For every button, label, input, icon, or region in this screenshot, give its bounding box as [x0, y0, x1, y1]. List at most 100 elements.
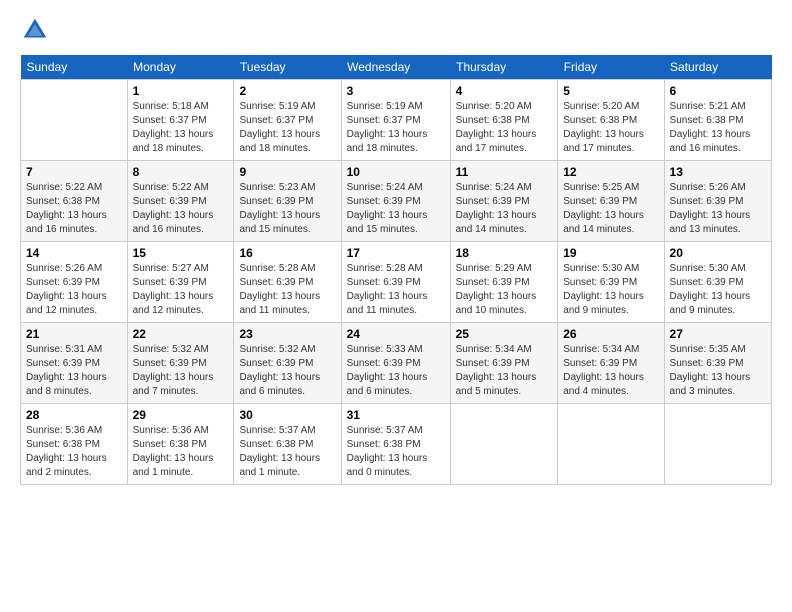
- day-cell: 21Sunrise: 5:31 AM Sunset: 6:39 PM Dayli…: [21, 323, 128, 404]
- day-info: Sunrise: 5:22 AM Sunset: 6:39 PM Dayligh…: [133, 181, 229, 237]
- day-info: Sunrise: 5:37 AM Sunset: 6:38 PM Dayligh…: [347, 424, 445, 480]
- day-cell: 13Sunrise: 5:26 AM Sunset: 6:39 PM Dayli…: [664, 161, 771, 242]
- day-info: Sunrise: 5:26 AM Sunset: 6:39 PM Dayligh…: [26, 262, 122, 318]
- day-number: 16: [239, 246, 335, 260]
- day-number: 24: [347, 327, 445, 341]
- day-number: 23: [239, 327, 335, 341]
- day-number: 28: [26, 408, 122, 422]
- day-info: Sunrise: 5:27 AM Sunset: 6:39 PM Dayligh…: [133, 262, 229, 318]
- day-cell: 18 Sunrise: 5:29 AM Sunset: 6:39 PM Dayli…: [450, 242, 558, 323]
- week-row-3: 14 Sunrise: 5:26 AM Sunset: 6:39 PM Dayli…: [21, 242, 772, 323]
- calendar-table: SundayMondayTuesdayWednesdayThursdayFrid…: [20, 55, 772, 485]
- logo-icon: [20, 15, 50, 45]
- day-info: Sunrise: 5:36 AM Sunset: 6:38 PM Dayligh…: [26, 424, 122, 480]
- day-info: Sunrise: 5:35 AM Sunset: 6:39 PM Dayligh…: [670, 343, 766, 399]
- day-number: 5: [563, 84, 658, 98]
- day-number: 19: [563, 246, 658, 260]
- day-cell: 11 Sunrise: 5:24 AM Sunset: 6:39 PM Dayli…: [450, 161, 558, 242]
- day-number: 26: [563, 327, 658, 341]
- day-cell: 22Sunrise: 5:32 AM Sunset: 6:39 PM Dayli…: [127, 323, 234, 404]
- day-info: Sunrise: 5:29 AM Sunset: 6:39 PM Dayligh…: [456, 262, 553, 318]
- logo: [20, 15, 56, 45]
- day-cell: [450, 404, 558, 485]
- day-cell: 27 Sunrise: 5:35 AM Sunset: 6:39 PM Dayli…: [664, 323, 771, 404]
- day-info: Sunrise: 5:20 AM Sunset: 6:38 PM Dayligh…: [563, 100, 658, 156]
- day-info: Sunrise: 5:30 AM Sunset: 6:39 PM Dayligh…: [670, 262, 766, 318]
- day-number: 31: [347, 408, 445, 422]
- day-info: Sunrise: 5:34 AM Sunset: 6:39 PM Dayligh…: [456, 343, 553, 399]
- day-info: Sunrise: 5:21 AM Sunset: 6:38 PM Dayligh…: [670, 100, 766, 156]
- day-number: 1: [133, 84, 229, 98]
- header: [20, 15, 772, 45]
- day-cell: 17Sunrise: 5:28 AM Sunset: 6:39 PM Dayli…: [341, 242, 450, 323]
- day-cell: 29Sunrise: 5:36 AM Sunset: 6:38 PM Dayli…: [127, 404, 234, 485]
- day-number: 3: [347, 84, 445, 98]
- day-number: 11: [456, 165, 553, 179]
- day-number: 9: [239, 165, 335, 179]
- week-row-4: 21Sunrise: 5:31 AM Sunset: 6:39 PM Dayli…: [21, 323, 772, 404]
- page: SundayMondayTuesdayWednesdayThursdayFrid…: [0, 0, 792, 612]
- day-number: 20: [670, 246, 766, 260]
- day-cell: 5 Sunrise: 5:20 AM Sunset: 6:38 PM Daylig…: [558, 80, 664, 161]
- day-info: Sunrise: 5:22 AM Sunset: 6:38 PM Dayligh…: [26, 181, 122, 237]
- day-cell: [558, 404, 664, 485]
- week-row-2: 7 Sunrise: 5:22 AM Sunset: 6:38 PM Daylig…: [21, 161, 772, 242]
- day-info: Sunrise: 5:34 AM Sunset: 6:39 PM Dayligh…: [563, 343, 658, 399]
- day-cell: 31 Sunrise: 5:37 AM Sunset: 6:38 PM Dayli…: [341, 404, 450, 485]
- day-cell: [664, 404, 771, 485]
- day-cell: 4 Sunrise: 5:20 AM Sunset: 6:38 PM Daylig…: [450, 80, 558, 161]
- day-info: Sunrise: 5:25 AM Sunset: 6:39 PM Dayligh…: [563, 181, 658, 237]
- col-header-thursday: Thursday: [450, 55, 558, 80]
- day-info: Sunrise: 5:33 AM Sunset: 6:39 PM Dayligh…: [347, 343, 445, 399]
- day-number: 18: [456, 246, 553, 260]
- col-header-monday: Monday: [127, 55, 234, 80]
- day-info: Sunrise: 5:19 AM Sunset: 6:37 PM Dayligh…: [347, 100, 445, 156]
- day-info: Sunrise: 5:24 AM Sunset: 6:39 PM Dayligh…: [456, 181, 553, 237]
- day-info: Sunrise: 5:31 AM Sunset: 6:39 PM Dayligh…: [26, 343, 122, 399]
- day-cell: 10 Sunrise: 5:24 AM Sunset: 6:39 PM Dayli…: [341, 161, 450, 242]
- day-number: 6: [670, 84, 766, 98]
- day-cell: 25 Sunrise: 5:34 AM Sunset: 6:39 PM Dayli…: [450, 323, 558, 404]
- day-number: 25: [456, 327, 553, 341]
- day-info: Sunrise: 5:37 AM Sunset: 6:38 PM Dayligh…: [239, 424, 335, 480]
- col-header-wednesday: Wednesday: [341, 55, 450, 80]
- day-cell: 20 Sunrise: 5:30 AM Sunset: 6:39 PM Dayli…: [664, 242, 771, 323]
- calendar-header-row: SundayMondayTuesdayWednesdayThursdayFrid…: [21, 55, 772, 80]
- day-cell: 9 Sunrise: 5:23 AM Sunset: 6:39 PM Daylig…: [234, 161, 341, 242]
- day-info: Sunrise: 5:32 AM Sunset: 6:39 PM Dayligh…: [239, 343, 335, 399]
- day-cell: 30 Sunrise: 5:37 AM Sunset: 6:38 PM Dayli…: [234, 404, 341, 485]
- day-info: Sunrise: 5:23 AM Sunset: 6:39 PM Dayligh…: [239, 181, 335, 237]
- day-cell: 19 Sunrise: 5:30 AM Sunset: 6:39 PM Dayli…: [558, 242, 664, 323]
- day-number: 2: [239, 84, 335, 98]
- day-cell: 15Sunrise: 5:27 AM Sunset: 6:39 PM Dayli…: [127, 242, 234, 323]
- day-cell: 2Sunrise: 5:19 AM Sunset: 6:37 PM Daylig…: [234, 80, 341, 161]
- col-header-sunday: Sunday: [21, 55, 128, 80]
- day-cell: [21, 80, 128, 161]
- day-number: 4: [456, 84, 553, 98]
- day-cell: 26 Sunrise: 5:34 AM Sunset: 6:39 PM Dayli…: [558, 323, 664, 404]
- day-number: 30: [239, 408, 335, 422]
- day-info: Sunrise: 5:30 AM Sunset: 6:39 PM Dayligh…: [563, 262, 658, 318]
- day-info: Sunrise: 5:24 AM Sunset: 6:39 PM Dayligh…: [347, 181, 445, 237]
- day-number: 10: [347, 165, 445, 179]
- day-number: 14: [26, 246, 122, 260]
- day-cell: 28 Sunrise: 5:36 AM Sunset: 6:38 PM Dayli…: [21, 404, 128, 485]
- day-number: 27: [670, 327, 766, 341]
- day-info: Sunrise: 5:32 AM Sunset: 6:39 PM Dayligh…: [133, 343, 229, 399]
- day-cell: 3 Sunrise: 5:19 AM Sunset: 6:37 PM Daylig…: [341, 80, 450, 161]
- day-cell: 24 Sunrise: 5:33 AM Sunset: 6:39 PM Dayli…: [341, 323, 450, 404]
- day-cell: 16Sunrise: 5:28 AM Sunset: 6:39 PM Dayli…: [234, 242, 341, 323]
- day-cell: 8Sunrise: 5:22 AM Sunset: 6:39 PM Daylig…: [127, 161, 234, 242]
- day-info: Sunrise: 5:20 AM Sunset: 6:38 PM Dayligh…: [456, 100, 553, 156]
- day-info: Sunrise: 5:28 AM Sunset: 6:39 PM Dayligh…: [347, 262, 445, 318]
- day-number: 7: [26, 165, 122, 179]
- day-number: 12: [563, 165, 658, 179]
- day-cell: 7 Sunrise: 5:22 AM Sunset: 6:38 PM Daylig…: [21, 161, 128, 242]
- col-header-saturday: Saturday: [664, 55, 771, 80]
- day-cell: 14 Sunrise: 5:26 AM Sunset: 6:39 PM Dayli…: [21, 242, 128, 323]
- col-header-friday: Friday: [558, 55, 664, 80]
- day-info: Sunrise: 5:18 AM Sunset: 6:37 PM Dayligh…: [133, 100, 229, 156]
- day-cell: 1 Sunrise: 5:18 AM Sunset: 6:37 PM Daylig…: [127, 80, 234, 161]
- day-cell: 23 Sunrise: 5:32 AM Sunset: 6:39 PM Dayli…: [234, 323, 341, 404]
- day-cell: 6 Sunrise: 5:21 AM Sunset: 6:38 PM Daylig…: [664, 80, 771, 161]
